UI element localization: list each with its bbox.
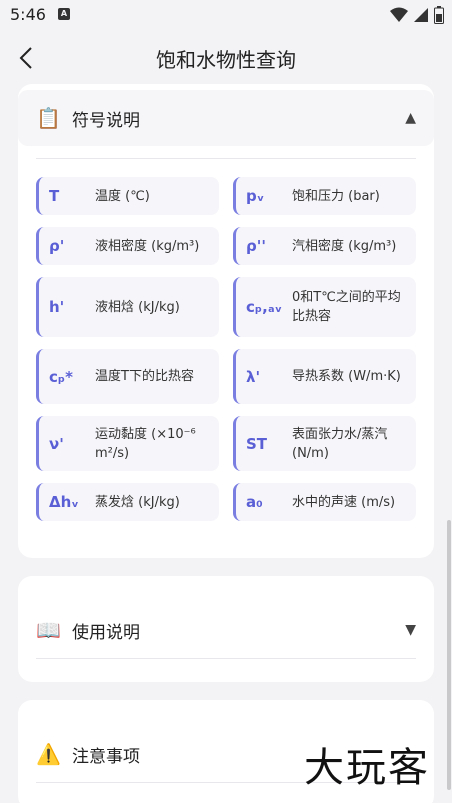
page-title: 饱和水物性查询 (156, 48, 296, 72)
symbol-label: a₀ (246, 493, 263, 511)
app-bar: 饱和水物性查询 (0, 30, 452, 86)
watermark-logo: 大玩客 (304, 745, 430, 791)
expand-arrow-icon[interactable]: ▼ (405, 622, 416, 638)
symbol-label: T (49, 187, 60, 205)
usage-divider (36, 658, 416, 659)
symbol-item: T 温度 (℃) (36, 177, 219, 215)
symbol-label: ST (246, 434, 268, 453)
status-icons (390, 6, 444, 24)
symbol-item: pᵥ 饱和压力 (bar) (233, 177, 416, 215)
symbol-item: cₚ* 温度T下的比热容 (36, 349, 219, 404)
symbol-description: 水中的声速 (m/s) (292, 494, 396, 510)
symbol-description: 导热系数 (W/m·K) (292, 369, 401, 384)
symbols-card-title: 符号说明 (72, 110, 140, 131)
usage-card-title: 使用说明 (72, 622, 140, 643)
symbol-description: 饱和压力 (bar) (292, 188, 380, 204)
wifi-icon (390, 7, 408, 22)
scrollbar[interactable] (447, 520, 451, 790)
status-time: 5:46 (10, 5, 46, 24)
symbol-description: 表面张力水/蒸汽 (N/m) (292, 426, 388, 461)
symbol-label: cₚ,ₐᵥ (246, 298, 283, 316)
symbols-card: 📋 符号说明 ▲ T 温度 (℃) pᵥ 饱和压力 (bar) ρ' 液相密度 (kg… (18, 84, 434, 558)
symbol-item: a₀ 水中的声速 (m/s) (233, 483, 416, 521)
status-bar: 5:46 A (0, 0, 452, 30)
symbol-description: 温度 (℃) (95, 188, 150, 204)
book-icon: 📖 (36, 618, 61, 642)
symbol-description: 液相密度 (kg/m³) (95, 238, 200, 254)
symbol-item: ρ' 液相密度 (kg/m³) (36, 227, 219, 265)
usage-card-header[interactable]: 📖 使用说明 ▼ (18, 602, 434, 658)
symbol-item: λ' 导热系数 (W/m·K) (233, 349, 416, 404)
symbol-label: λ' (246, 367, 261, 386)
symbol-description: 汽相密度 (kg/m³) (292, 238, 397, 254)
symbol-item: h' 液相焓 (kJ/kg) (36, 277, 219, 337)
warning-icon: ⚠️ (36, 742, 61, 766)
signal-icon (414, 8, 428, 22)
clipboard-icon: 📋 (36, 106, 61, 130)
symbol-description: 液相焓 (kJ/kg) (95, 299, 180, 315)
symbol-item: Δhᵥ 蒸发焓 (kJ/kg) (36, 483, 219, 521)
symbol-label: cₚ* (49, 367, 73, 386)
symbol-description: 0和T℃之间的平均比热容 (292, 290, 401, 324)
header-divider (36, 158, 416, 159)
usage-card: 📖 使用说明 ▼ (18, 576, 434, 682)
symbol-description: 运动黏度 (×10⁻⁶ m²/s) (95, 426, 196, 461)
symbol-item: ST 表面张力水/蒸汽 (N/m) (233, 416, 416, 471)
symbol-label: ρ'' (246, 237, 266, 255)
symbol-description: 蒸发焓 (kJ/kg) (95, 494, 180, 510)
symbol-description: 温度T下的比热容 (95, 369, 194, 384)
collapse-arrow-icon[interactable]: ▲ (405, 110, 416, 126)
symbol-item: ν' 运动黏度 (×10⁻⁶ m²/s) (36, 416, 219, 471)
symbols-card-header[interactable]: 📋 符号说明 ▲ (18, 90, 434, 146)
symbol-label: pᵥ (246, 187, 265, 205)
app-notification-icon: A (58, 8, 70, 20)
symbol-item: cₚ,ₐᵥ 0和T℃之间的平均比热容 (233, 277, 416, 337)
symbol-label: h' (49, 298, 65, 316)
symbol-label: ρ' (49, 237, 65, 255)
symbol-grid: T 温度 (℃) pᵥ 饱和压力 (bar) ρ' 液相密度 (kg/m³) ρ'' 汽… (36, 177, 416, 533)
symbol-item: ρ'' 汽相密度 (kg/m³) (233, 227, 416, 265)
symbol-label: ν' (49, 434, 64, 453)
symbol-label: Δhᵥ (49, 493, 79, 511)
battery-icon (434, 6, 444, 24)
